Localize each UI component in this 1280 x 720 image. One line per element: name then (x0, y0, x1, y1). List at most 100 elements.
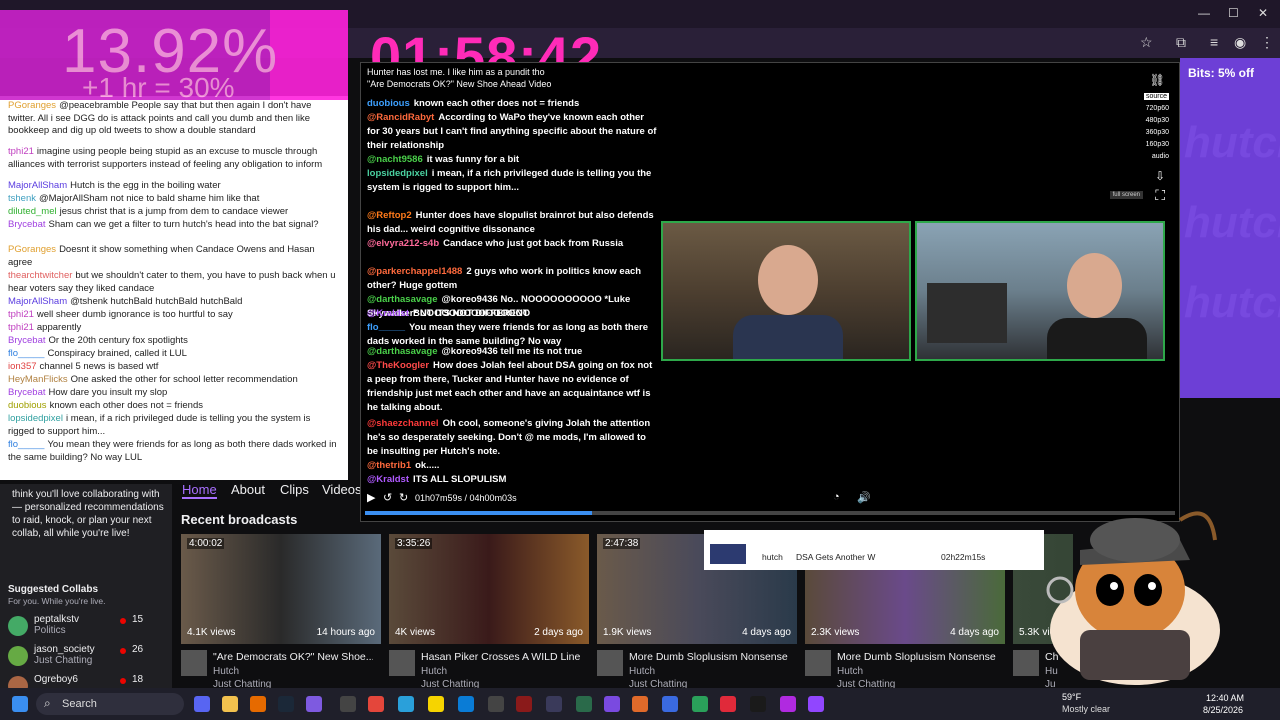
chat-username[interactable]: MajorAllSham (8, 180, 67, 191)
app-icon[interactable] (398, 696, 414, 712)
app-icon[interactable] (576, 696, 592, 712)
chat-username[interactable]: PGoranges (8, 244, 56, 255)
broadcast-channel[interactable]: Hutch (629, 666, 655, 677)
app-icon[interactable] (516, 696, 532, 712)
chat-username[interactable]: ion357 (8, 361, 37, 372)
chat-username[interactable]: Brycebat (8, 219, 46, 230)
obs-icon[interactable] (340, 696, 356, 712)
chat-username[interactable]: @TheKoogler (367, 360, 429, 371)
clock-date[interactable]: 8/25/2026 (1203, 705, 1243, 715)
chat-username[interactable]: lopsidedpixel (8, 413, 63, 424)
taskbar-search[interactable]: ⌕ Search (36, 693, 184, 715)
twitch-icon[interactable] (808, 696, 824, 712)
tab-videos[interactable]: Videos (322, 482, 362, 497)
chat-username[interactable]: @elvyra212-s4b (367, 238, 439, 249)
app-icon[interactable] (428, 696, 444, 712)
broadcast-title[interactable]: "Are Democrats OK?" New Shoe... (213, 651, 373, 663)
broadcast-channel[interactable]: Hutch (837, 666, 863, 677)
broadcast-title[interactable]: More Dumb Sloplusism Nonsense (837, 651, 997, 663)
broadcast-title[interactable]: Hasan Piker Crosses A WILD Line (421, 651, 581, 663)
chat-username[interactable]: tshenk (8, 193, 36, 204)
bits-offer[interactable]: Bits: 5% off (1188, 66, 1254, 80)
broadcast-thumbnail[interactable]: 4:00:02 4.1K views 14 hours ago (181, 534, 381, 644)
chat-username[interactable]: MajorAllSham (8, 296, 67, 307)
rewind-icon[interactable]: ↺ (383, 491, 392, 504)
play-icon[interactable]: ▶ (367, 491, 375, 504)
broadcast-channel[interactable]: Hutch (421, 666, 447, 677)
app-icon[interactable] (488, 696, 504, 712)
chat-username[interactable]: lopsidedpixel (367, 168, 428, 179)
chat-username[interactable]: @RancidRabyt (367, 112, 434, 123)
app-icon[interactable] (720, 696, 736, 712)
suggested-collab-item[interactable]: jason_society Just Chatting 26 (8, 644, 168, 666)
app-icon[interactable] (604, 696, 620, 712)
chat-username[interactable]: @Kraldst (367, 308, 409, 319)
close-icon[interactable]: ✕ (1258, 6, 1268, 20)
minimize-icon[interactable]: — (1198, 6, 1210, 20)
forward-icon[interactable]: ↻ (399, 491, 408, 504)
weather-temp[interactable]: 59°F (1062, 692, 1081, 702)
steam-icon[interactable] (278, 696, 294, 712)
chat-username[interactable]: tphi21 (8, 322, 34, 333)
chat-username[interactable]: diluted_mel (8, 206, 57, 217)
profile-icon[interactable]: ◉ (1234, 34, 1246, 51)
mini-title[interactable]: DSA Gets Another W (796, 552, 875, 562)
quality-option[interactable]: source (1143, 93, 1169, 100)
chat-username[interactable]: Brycebat (8, 335, 46, 346)
fullscreen-icon[interactable]: ⛶ (1155, 187, 1165, 204)
chat-username[interactable]: @Kraldst (367, 474, 409, 485)
app-icon[interactable] (662, 696, 678, 712)
windows-start-icon[interactable] (12, 696, 28, 712)
tab-clips[interactable]: Clips (280, 482, 309, 497)
chat-username[interactable]: duobious (8, 400, 47, 411)
quality-option[interactable]: 360p30 (1146, 129, 1169, 136)
chat-username[interactable]: Brycebat (8, 387, 46, 398)
menu-icon[interactable]: ⋮ (1260, 34, 1274, 51)
app-icon[interactable] (750, 696, 766, 712)
weather-status[interactable]: Mostly clear (1062, 704, 1110, 714)
tab-home[interactable]: Home (182, 482, 217, 499)
broadcast-thumbnail[interactable]: 3:35:26 4K views 2 days ago (389, 534, 589, 644)
media-icon[interactable]: ≡ (1210, 34, 1218, 50)
tab-about[interactable]: About (231, 482, 265, 497)
clock-time[interactable]: 12:40 AM (1206, 693, 1244, 703)
broadcast-channel[interactable]: Hutch (213, 666, 239, 677)
link-icon[interactable]: ⛓ (1150, 73, 1165, 87)
chat-username[interactable]: @nacht9586 (367, 154, 423, 165)
app-icon[interactable] (780, 696, 796, 712)
chat-username[interactable]: tphi21 (8, 309, 34, 320)
volume-icon[interactable]: 🔊 (857, 491, 871, 504)
chat-username[interactable]: @thetrib1 (367, 460, 411, 471)
video-player[interactable]: Hunter has lost me. I like him as a pund… (360, 62, 1180, 522)
suggested-collab-item[interactable]: peptalkstv Politics 15 (8, 614, 168, 636)
file-explorer-icon[interactable] (222, 696, 238, 712)
download-icon[interactable]: ⇩ (1155, 169, 1165, 183)
bookmark-star-icon[interactable]: ☆ (1140, 34, 1153, 51)
quality-option[interactable]: 160p30 (1146, 141, 1169, 148)
chat-username[interactable]: @shaezchannel (367, 418, 439, 429)
discord-icon[interactable] (194, 696, 210, 712)
quality-option[interactable]: audio (1152, 153, 1169, 160)
chat-username[interactable]: @parkerchappel1488 (367, 266, 462, 277)
broadcast-title[interactable]: More Dumb Sloplusism Nonsense (629, 651, 789, 663)
app-icon[interactable] (692, 696, 708, 712)
chat-username[interactable]: duobious (367, 98, 410, 109)
chat-username[interactable]: flo_____ (8, 348, 44, 359)
chat-username[interactable]: HeyManFlicks (8, 374, 68, 385)
chat-username[interactable]: @darthasavage (367, 294, 438, 305)
app-icon[interactable] (306, 696, 322, 712)
chat-username[interactable]: @Reftop2 (367, 210, 412, 221)
maximize-icon[interactable]: ☐ (1228, 6, 1239, 20)
chat-username[interactable]: tphi21 (8, 146, 34, 157)
chat-username[interactable]: thearchtwitcher (8, 270, 72, 281)
chat-username[interactable]: flo_____ (367, 322, 405, 333)
app-icon[interactable] (546, 696, 562, 712)
quality-option[interactable]: 720p60 (1146, 105, 1169, 112)
firefox-icon[interactable] (250, 696, 266, 712)
extensions-icon[interactable]: ⧉ (1176, 34, 1186, 51)
video-thumbnail[interactable] (710, 544, 746, 564)
chat-username[interactable]: PGoranges (8, 100, 56, 111)
chrome-icon[interactable] (368, 696, 384, 712)
edge-icon[interactable] (458, 696, 474, 712)
app-icon[interactable] (632, 696, 648, 712)
